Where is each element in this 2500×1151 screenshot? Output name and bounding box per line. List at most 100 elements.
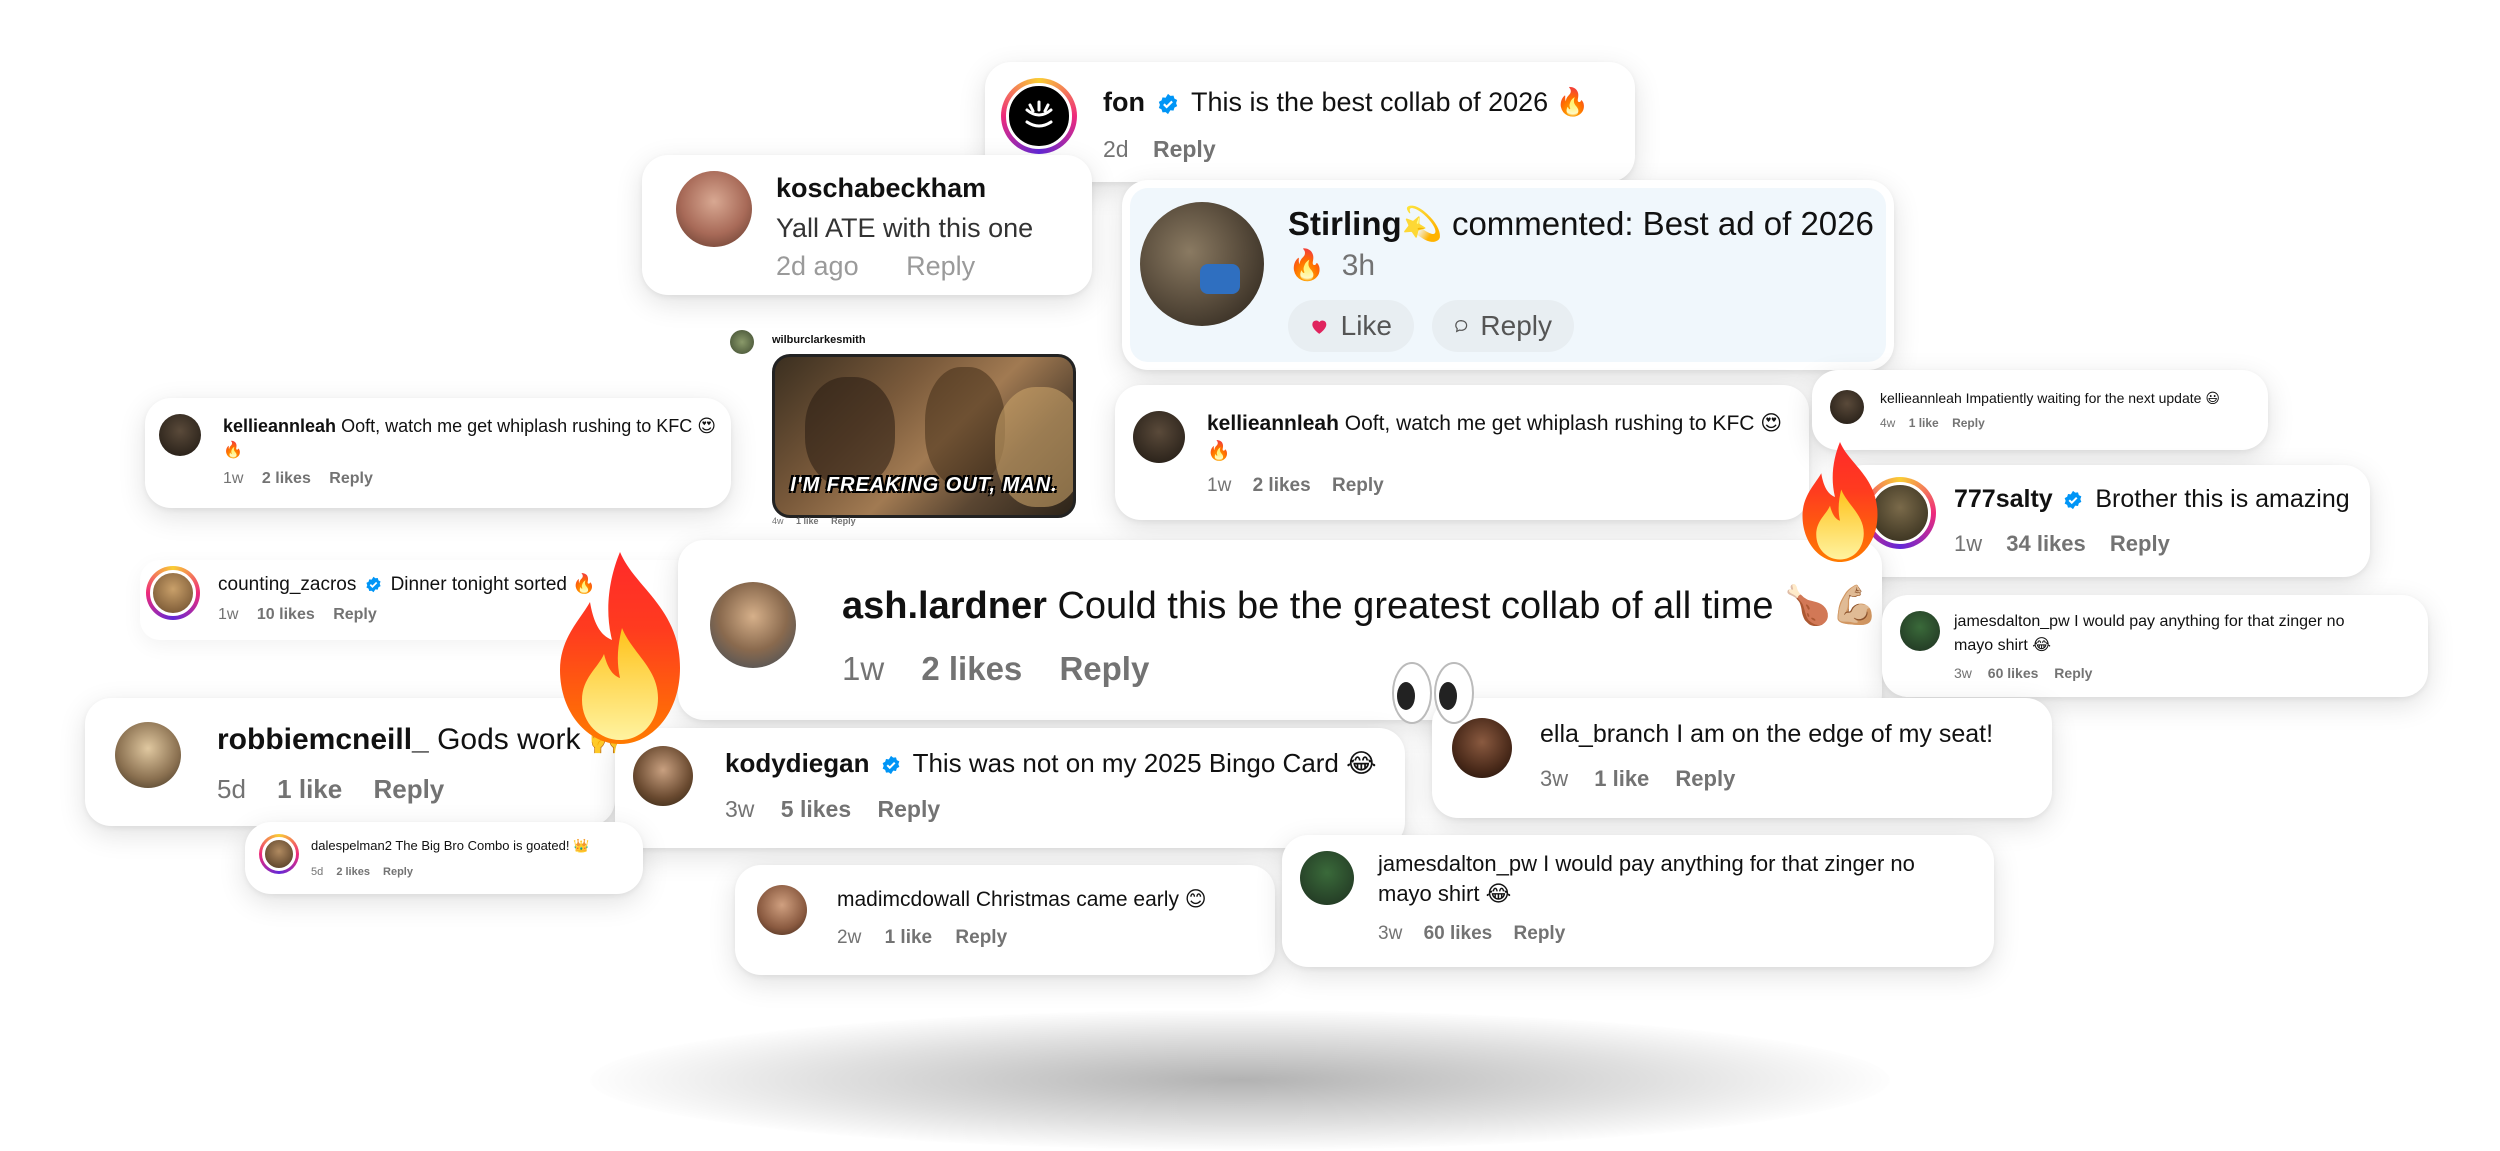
- comment-time: 1w: [1954, 531, 1983, 556]
- comment-time: 5d: [311, 866, 324, 878]
- like-count[interactable]: 60 likes: [1988, 665, 2039, 681]
- fire-icon: 🔥: [1288, 248, 1326, 283]
- comment-time: 3h: [1341, 249, 1376, 282]
- like-count[interactable]: 1 like: [885, 927, 933, 948]
- comment-time: 3w: [1378, 923, 1403, 944]
- comment-time: 1w: [223, 470, 244, 487]
- like-count[interactable]: 34 likes: [2006, 531, 2086, 556]
- like-count[interactable]: 1 like: [277, 774, 342, 804]
- comment-time: 3w: [1954, 665, 1972, 681]
- sparkle-badge-icon: 💫: [1401, 204, 1443, 243]
- comment-card-kodydiegan: kodydiegan This was not on my 2025 Bingo…: [615, 728, 1405, 848]
- reply-button[interactable]: Reply: [906, 251, 975, 281]
- avatar: [730, 330, 754, 354]
- comment-time: 5d: [217, 774, 246, 804]
- reply-button[interactable]: Reply: [955, 927, 1007, 948]
- like-count[interactable]: 1 like: [1594, 766, 1649, 791]
- reply-button[interactable]: Reply: [373, 774, 444, 804]
- comment-text-line2: mayo shirt 😂: [1954, 637, 2051, 654]
- reply-button[interactable]: Reply: [831, 516, 856, 526]
- reply-button[interactable]: Reply: [383, 866, 413, 878]
- gif-caption: I'M FREAKING OUT, MAN.: [790, 474, 1058, 496]
- username[interactable]: dalespelman2: [311, 838, 392, 853]
- reply-button[interactable]: Reply: [333, 606, 377, 623]
- username[interactable]: kellieannleah: [223, 416, 336, 436]
- verified-badge-icon: [1158, 93, 1177, 114]
- comment-time: 1w: [1207, 475, 1232, 496]
- avatar: [1001, 78, 1077, 154]
- username[interactable]: kellieannleah: [1880, 390, 1962, 406]
- username[interactable]: Stirling: [1288, 205, 1402, 242]
- comment-card-ash-lardner: ash.lardner Could this be the greatest c…: [678, 540, 1882, 720]
- reply-button[interactable]: Reply: [1952, 416, 1985, 430]
- reply-button[interactable]: Reply: [878, 796, 941, 822]
- username[interactable]: fon: [1103, 87, 1145, 117]
- reply-button[interactable]: Reply: [1675, 766, 1735, 791]
- comment-time: 4w: [772, 516, 784, 526]
- username[interactable]: ash.lardner: [842, 585, 1047, 627]
- comment-time: 1w: [218, 606, 239, 623]
- comment-card-kellieannleah: kellieannleah Ooft, watch me get whiplas…: [145, 398, 731, 508]
- heart-icon: [1312, 320, 1327, 334]
- like-count[interactable]: 5 likes: [781, 796, 851, 822]
- verified-badge-icon: [2065, 491, 2082, 510]
- username[interactable]: madimcdowall: [837, 888, 970, 911]
- username[interactable]: ella_branch: [1540, 720, 1669, 748]
- comment-card-kellieannleah: kellieannleah Ooft, watch me get whiplas…: [1115, 385, 1809, 520]
- comment-time: 3w: [1540, 766, 1569, 791]
- comment-card-777salty: 777salty Brother this is amazing 1w 34 l…: [1838, 465, 2370, 577]
- gif-image[interactable]: I'M FREAKING OUT, MAN.: [772, 354, 1076, 518]
- reply-button[interactable]: Reply: [1153, 136, 1216, 162]
- comment-card-robbiemcneill: robbiemcneill_ Gods work 🙌 5d 1 like Rep…: [85, 698, 626, 826]
- avatar: [115, 722, 181, 788]
- logo-icon: [1025, 100, 1053, 128]
- fire-icon: [560, 552, 680, 744]
- comment-card-madimcdowall: madimcdowall Christmas came early 😊 2w 1…: [735, 865, 1275, 975]
- comment-time: 2d: [1103, 136, 1129, 162]
- like-count[interactable]: 1 like: [796, 516, 819, 526]
- verified-badge-icon: [365, 577, 381, 593]
- like-count[interactable]: 60 likes: [1424, 923, 1493, 944]
- avatar: [1830, 390, 1864, 424]
- comment-text-line2: mayo shirt 😂: [1378, 881, 1512, 906]
- username[interactable]: counting_zacros: [218, 574, 356, 595]
- username[interactable]: 777salty: [1954, 485, 2053, 513]
- comment-text: Christmas came early 😊: [975, 888, 1207, 911]
- comment-card-jamesdalton: jamesdalton_pw I would pay anything for …: [1282, 835, 1994, 967]
- like-count[interactable]: 10 likes: [257, 606, 315, 623]
- username[interactable]: kellieannleah: [1207, 412, 1339, 435]
- reply-button[interactable]: Reply: [1432, 300, 1574, 352]
- fire-icon: 🔥: [223, 440, 243, 459]
- gif-comment: wilburclarkesmith I'M FREAKING OUT, MAN.…: [730, 330, 1080, 530]
- like-button[interactable]: Like: [1288, 300, 1414, 352]
- reply-button[interactable]: Reply: [1059, 650, 1149, 687]
- comment-time: 1w: [842, 650, 885, 687]
- username[interactable]: jamesdalton_pw: [1954, 613, 2070, 630]
- comment-text: commented: Best ad of 2026: [1451, 205, 1874, 242]
- username[interactable]: kodydiegan: [725, 748, 869, 778]
- username[interactable]: robbiemcneill_: [217, 723, 429, 756]
- reply-button[interactable]: Reply: [329, 470, 373, 487]
- like-count[interactable]: 2 likes: [262, 470, 311, 487]
- comment-text: This was not on my 2025 Bingo Card 😂: [912, 748, 1377, 778]
- fire-icon: [1802, 442, 1878, 562]
- comment-card-dalespelman2: dalespelman2 The Big Bro Combo is goated…: [245, 822, 643, 894]
- username[interactable]: koschabeckham: [776, 173, 986, 204]
- like-count[interactable]: 2 likes: [921, 650, 1022, 687]
- comment-text: I am on the edge of my seat!: [1676, 720, 1994, 748]
- username[interactable]: wilburclarkesmith: [772, 334, 866, 346]
- like-count[interactable]: 1 like: [1909, 416, 1939, 430]
- reply-button[interactable]: Reply: [1514, 923, 1566, 944]
- speech-bubble-icon: [1455, 319, 1468, 333]
- reply-button[interactable]: Reply: [1332, 475, 1384, 496]
- reply-button[interactable]: Reply: [2110, 531, 2170, 556]
- like-count[interactable]: 2 likes: [336, 866, 370, 878]
- avatar: [710, 582, 796, 668]
- username[interactable]: jamesdalton_pw: [1378, 851, 1537, 876]
- avatar: [1900, 611, 1940, 651]
- reply-button[interactable]: Reply: [2054, 665, 2092, 681]
- comment-time: 2w: [837, 927, 862, 948]
- like-count[interactable]: 2 likes: [1253, 475, 1311, 496]
- avatar: [1300, 851, 1354, 905]
- comment-text: Ooft, watch me get whiplash rushing to K…: [341, 416, 717, 436]
